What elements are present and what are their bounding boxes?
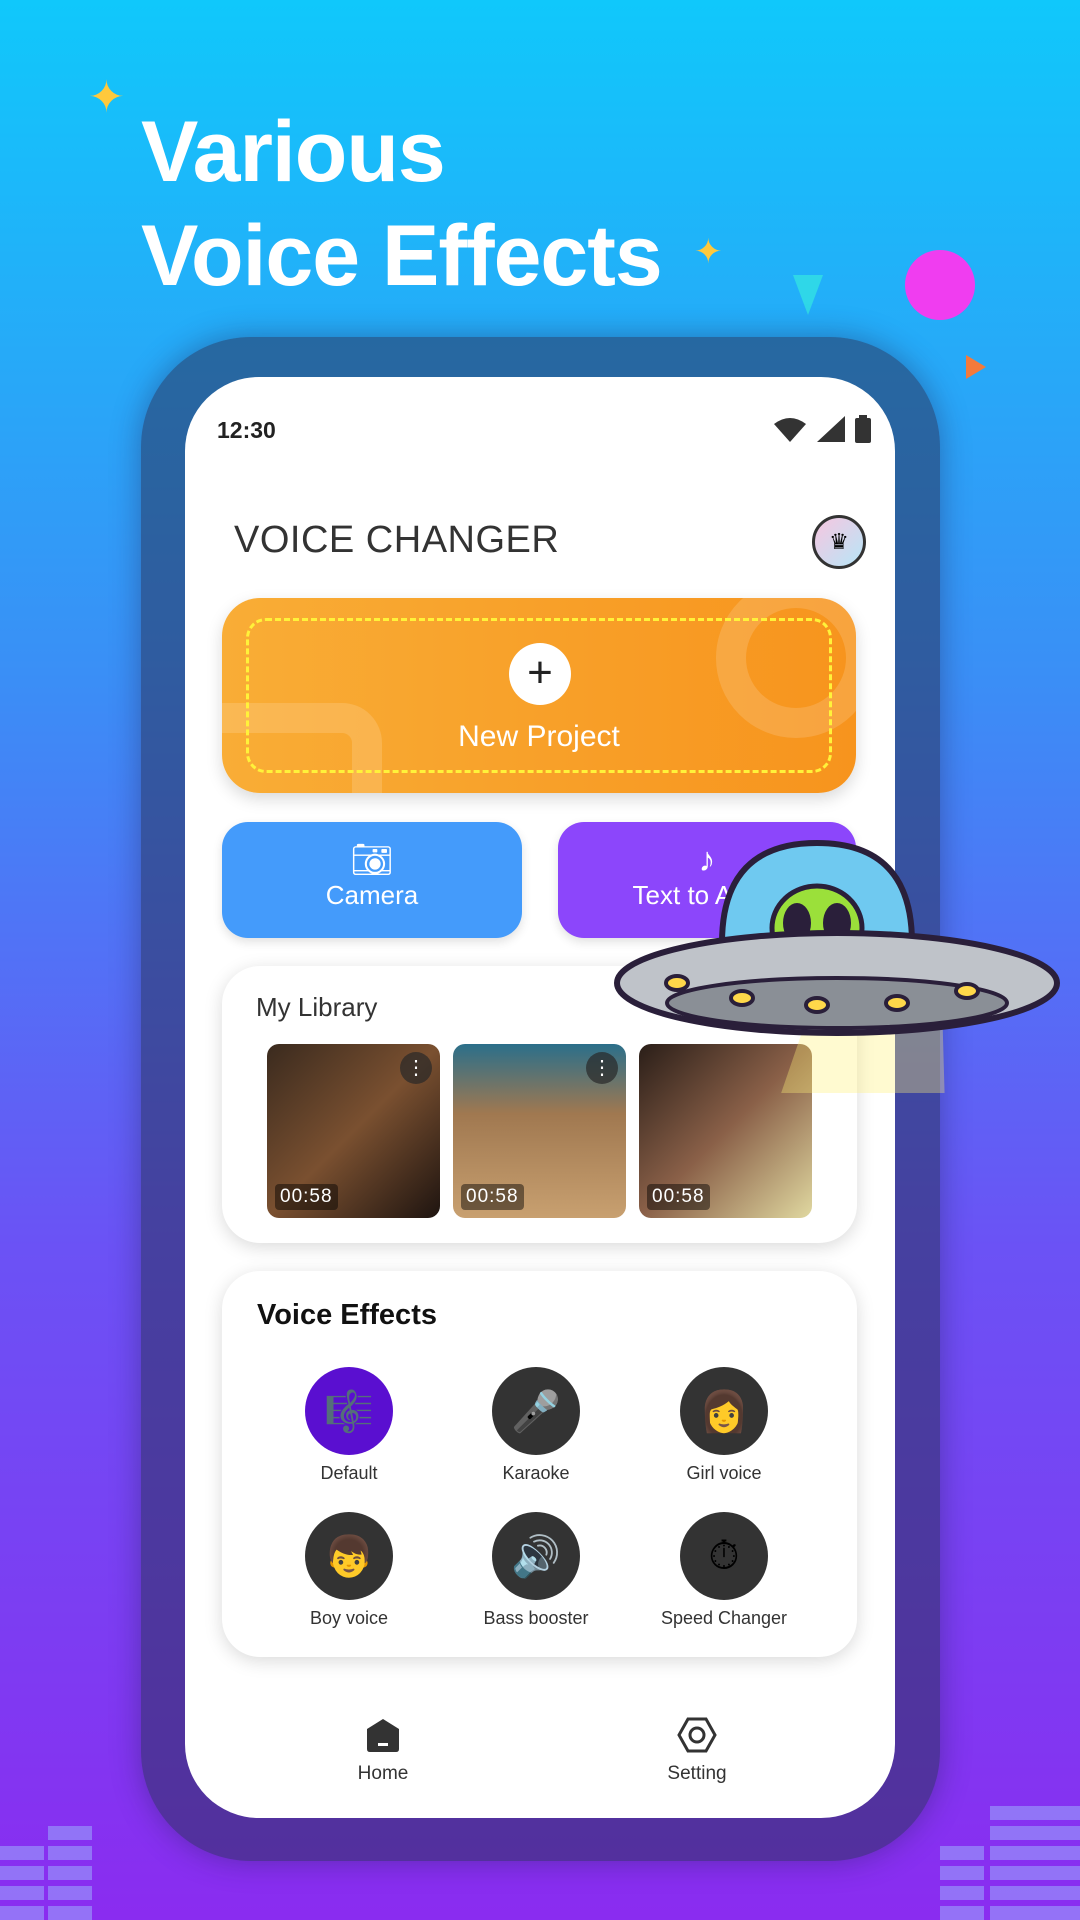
- sparkle-icon: ✦: [694, 233, 723, 271]
- equalizer-bars: [48, 1810, 92, 1920]
- decor-circle: [905, 250, 975, 320]
- duration: 00:58: [275, 1184, 338, 1210]
- phone-screen: 12:30 VOICE CHANGER ♛ + New Project 📷︎ C…: [185, 377, 895, 1818]
- library-title: My Library: [256, 992, 378, 1022]
- status-icons: [773, 415, 871, 443]
- nav-home-label: Home: [357, 1763, 409, 1784]
- effect-bass-booster[interactable]: 🔊 Bass booster: [456, 1512, 616, 1629]
- signal-icon: [817, 416, 845, 442]
- boy-icon: 👦: [305, 1512, 393, 1600]
- effect-label: Default: [320, 1463, 378, 1483]
- new-project-button[interactable]: + New Project: [222, 598, 856, 793]
- stopwatch-icon: ⏱: [680, 1512, 768, 1600]
- effect-boy-voice[interactable]: 👦 Boy voice: [269, 1512, 429, 1629]
- camera-button[interactable]: 📷︎ Camera: [222, 822, 522, 938]
- decor-triangle: [966, 355, 986, 379]
- plus-icon: +: [509, 643, 571, 705]
- library-item[interactable]: ⋮ 00:58: [267, 1044, 440, 1218]
- equalizer-bars: [940, 1840, 984, 1920]
- effect-karaoke[interactable]: 🎤 Karaoke: [456, 1367, 616, 1484]
- duration: 00:58: [461, 1184, 524, 1210]
- equalizer-bars: [0, 1840, 44, 1920]
- effect-label: Karaoke: [502, 1463, 570, 1483]
- microphone-icon: 🎤: [492, 1367, 580, 1455]
- equalizer-bars: [990, 1790, 1080, 1920]
- speaker-icon: 🔊: [492, 1512, 580, 1600]
- effect-label: Speed Changer: [660, 1608, 788, 1628]
- effect-girl-voice[interactable]: 👩 Girl voice: [644, 1367, 804, 1484]
- sparkle-icon: ✦: [88, 73, 125, 122]
- battery-icon: [855, 415, 871, 443]
- effect-label: Bass booster: [483, 1608, 589, 1628]
- effect-label: Boy voice: [309, 1608, 389, 1628]
- library-item[interactable]: ⋮ 00:58: [453, 1044, 626, 1218]
- headline: Various Voice Effects: [141, 100, 663, 308]
- nav-setting-label: Setting: [667, 1763, 727, 1784]
- camera-icon: 📷︎: [350, 841, 394, 879]
- decor-triangle: [793, 275, 823, 315]
- home-icon: [303, 1717, 463, 1763]
- alien-ufo-illustration: [614, 839, 1060, 1093]
- effect-speed-changer[interactable]: ⏱ Speed Changer: [644, 1512, 804, 1629]
- settings-icon: [617, 1717, 777, 1763]
- effect-label: Girl voice: [686, 1463, 762, 1483]
- wifi-icon: [774, 418, 806, 442]
- crown-icon: ♛: [829, 529, 849, 554]
- premium-button[interactable]: ♛: [812, 515, 866, 569]
- voice-effects-card: Voice Effects 🎼 Default 🎤 Karaoke 👩 Girl vo…: [222, 1271, 857, 1657]
- new-project-label: New Project: [458, 720, 620, 753]
- nav-setting[interactable]: Setting: [617, 1717, 777, 1785]
- status-time: 12:30: [217, 417, 276, 443]
- voice-effects-title: Voice Effects: [257, 1299, 437, 1331]
- app-title: VOICE CHANGER: [234, 519, 560, 561]
- girl-icon: 👩: [680, 1367, 768, 1455]
- headline-line1: Various: [141, 104, 446, 200]
- headline-line2: Voice Effects: [141, 208, 663, 304]
- camera-label: Camera: [325, 880, 419, 910]
- nav-home[interactable]: Home: [303, 1717, 463, 1785]
- effect-default[interactable]: 🎼 Default: [269, 1367, 429, 1484]
- treble-clef-icon: 🎼: [305, 1367, 393, 1455]
- duration: 00:58: [647, 1184, 710, 1210]
- more-options-icon[interactable]: ⋮: [400, 1052, 432, 1084]
